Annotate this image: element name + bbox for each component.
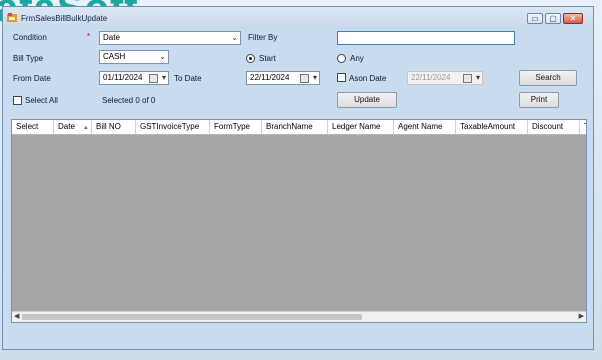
condition-label: Condition [13,33,47,42]
ason-date-checkbox[interactable] [337,73,346,82]
title-bar[interactable]: FrmSalesBillBulkUpdate ▭ ▢ ✕ [3,7,593,29]
bill-type-value: CASH [103,52,126,61]
column-header-truncated[interactable]: T [580,120,586,134]
ason-date-picker[interactable]: 22/11/2024 ▾ [407,71,483,85]
from-date-picker[interactable]: 01/11/2024 ▾ [99,71,169,85]
column-header-discount[interactable]: Discount [528,120,580,134]
column-header-gst-invoice-type[interactable]: GSTInvoiceType [136,120,210,134]
ason-date-value: 22/11/2024 [411,73,451,82]
any-radio-label: Any [350,54,364,63]
condition-value: Date [103,33,120,42]
bill-type-dropdown[interactable]: CASH ⌄ [99,50,169,64]
to-date-value: 22/11/2024 [250,73,290,82]
column-header-select[interactable]: Select [12,120,54,134]
required-marker: * [87,32,91,41]
start-radio-label: Start [259,54,276,63]
calendar-icon [149,74,158,83]
select-all-checkbox[interactable] [13,96,22,105]
scrollbar-thumb[interactable] [22,314,362,320]
horizontal-scrollbar[interactable]: ◀ ▶ [12,311,586,322]
column-header-form-type[interactable]: FormType [210,120,262,134]
bill-type-label: Bill Type [13,54,44,63]
start-radio[interactable] [246,54,255,63]
filter-by-input[interactable] [337,31,515,45]
chevron-down-icon: ▾ [161,73,166,82]
ason-date-label: Ason Date [349,74,387,83]
to-date-picker[interactable]: 22/11/2024 ▾ [246,71,320,85]
select-all-label: Select All [25,96,58,105]
column-header-branch-name[interactable]: BranchName [262,120,328,134]
calendar-icon [463,74,472,83]
sales-bill-bulk-update-window: FrmSalesBillBulkUpdate ▭ ▢ ✕ Condition *… [2,6,594,350]
search-button[interactable]: Search [519,70,577,86]
column-header-taxable-amount[interactable]: TaxableAmount [456,120,528,134]
from-date-value: 01/11/2024 [103,73,143,82]
window-title: FrmSalesBillBulkUpdate [21,14,108,23]
maximize-button[interactable]: ▢ [545,13,561,24]
grid-header: Select Date ▲ Bill NO GSTInvoiceType Form… [12,120,586,135]
column-header-bill-no[interactable]: Bill NO [92,120,136,134]
from-date-label: From Date [13,74,51,83]
bills-grid[interactable]: Select Date ▲ Bill NO GSTInvoiceType Form… [11,119,587,323]
sort-ascending-icon: ▲ [82,125,89,131]
chevron-down-icon: ⌄ [159,52,166,61]
app-icon [7,13,17,22]
any-radio[interactable] [337,54,346,63]
condition-dropdown[interactable]: Date ⌄ [99,31,241,45]
update-button[interactable]: Update [337,92,397,108]
print-button[interactable]: Print [519,92,559,108]
selected-count-status: Selected 0 of 0 [102,96,156,105]
filter-by-label: Filter By [248,33,278,42]
chevron-down-icon: ⌄ [231,33,238,42]
scroll-left-icon[interactable]: ◀ [14,312,19,322]
calendar-icon [300,74,309,83]
column-header-date[interactable]: Date ▲ [54,120,92,134]
scroll-right-icon[interactable]: ▶ [579,312,584,322]
column-header-ledger-name[interactable]: Ledger Name [328,120,394,134]
chevron-down-icon: ▾ [312,73,317,82]
chevron-down-icon: ▾ [475,73,480,82]
minimize-button[interactable]: ▭ [527,13,543,24]
close-button[interactable]: ✕ [563,13,583,24]
to-date-label: To Date [174,74,202,83]
column-header-date-label: Date [58,122,75,131]
column-header-agent-name[interactable]: Agent Name [394,120,456,134]
